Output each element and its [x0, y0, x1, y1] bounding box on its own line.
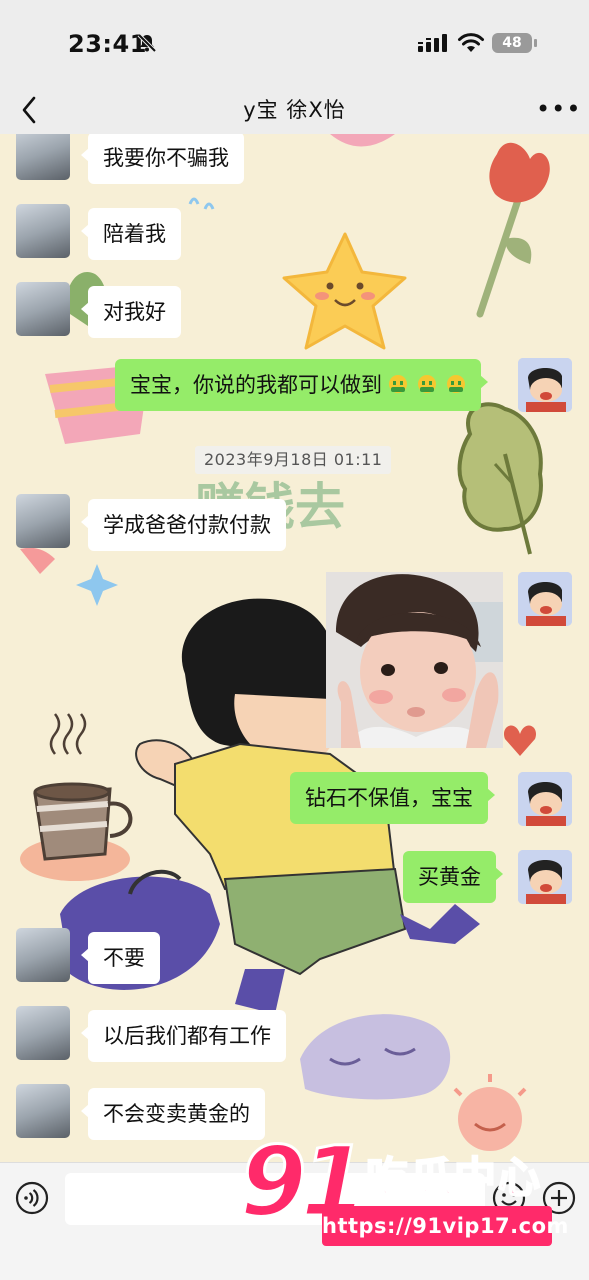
- message-bubble[interactable]: 我要你不骗我: [81, 134, 244, 184]
- cartoon-avatar-icon: [518, 358, 572, 412]
- message-bubble-self[interactable]: 钻石不保值，宝宝: [290, 772, 495, 824]
- message-bubble[interactable]: 对我好: [81, 286, 181, 338]
- message-bubble[interactable]: 不要: [81, 932, 160, 984]
- cartoon-avatar-icon: [518, 772, 572, 826]
- ellipsis-icon[interactable]: •••: [536, 97, 581, 121]
- self-avatar[interactable]: [518, 772, 572, 826]
- message-bubble[interactable]: 以后我们都有工作: [81, 1010, 286, 1062]
- message-bubble[interactable]: 陪着我: [81, 208, 181, 260]
- chat-header: y宝 徐X怡 •••: [0, 86, 589, 134]
- money-face-emoji-icon: [418, 375, 436, 393]
- image-message[interactable]: [326, 572, 503, 748]
- star-decoration: [282, 232, 407, 350]
- message-bubble-self[interactable]: 宝宝，你说的我都可以做到: [115, 359, 488, 411]
- money-face-emoji-icon: [389, 375, 407, 393]
- contact-avatar[interactable]: [16, 204, 70, 258]
- contact-avatar[interactable]: [16, 282, 70, 336]
- message-bubble[interactable]: 学成爸爸付款付款: [81, 499, 286, 551]
- chat-title: y宝 徐X怡: [243, 98, 346, 122]
- watermark-url: https://91vip17.com: [322, 1206, 568, 1246]
- message-text: 宝宝，你说的我都可以做到: [130, 373, 382, 397]
- message-bubble-self[interactable]: 买黄金: [403, 851, 503, 903]
- sleep-mask-decoration: [300, 1014, 451, 1100]
- wifi-icon: [458, 33, 484, 52]
- tree-decoration: [457, 402, 543, 555]
- battery-indicator: 48: [492, 33, 537, 53]
- contact-avatar[interactable]: [16, 1084, 70, 1138]
- cartoon-avatar-icon: [518, 572, 572, 626]
- contact-avatar[interactable]: [16, 134, 70, 180]
- bell-muted-icon: [137, 33, 157, 53]
- message-bubble[interactable]: 不会变卖黄金的: [81, 1088, 265, 1140]
- coffee-cup-decoration: [20, 713, 133, 881]
- signal-icon: [418, 34, 447, 52]
- status-bar: 23:41 48: [0, 0, 589, 86]
- money-face-emoji-icon: [447, 375, 465, 393]
- timestamp-label: 2023年9月18日 01:11: [195, 446, 392, 474]
- baby-photo: [326, 572, 503, 748]
- chat-message-list[interactable]: 赚钱去: [0, 134, 589, 1162]
- tulip-decoration: [476, 142, 550, 318]
- self-avatar[interactable]: [518, 572, 572, 626]
- voice-icon[interactable]: [14, 1180, 50, 1216]
- watermark-name: 吃瓜中心: [365, 1152, 543, 1203]
- contact-avatar[interactable]: [16, 494, 70, 548]
- self-avatar[interactable]: [518, 358, 572, 412]
- contact-avatar[interactable]: [16, 928, 70, 982]
- cartoon-avatar-icon: [518, 850, 572, 904]
- watermark-logo: 91 吃瓜中心 https://91vip17.com: [239, 1131, 568, 1262]
- contact-avatar[interactable]: [16, 1006, 70, 1060]
- self-avatar[interactable]: [518, 850, 572, 904]
